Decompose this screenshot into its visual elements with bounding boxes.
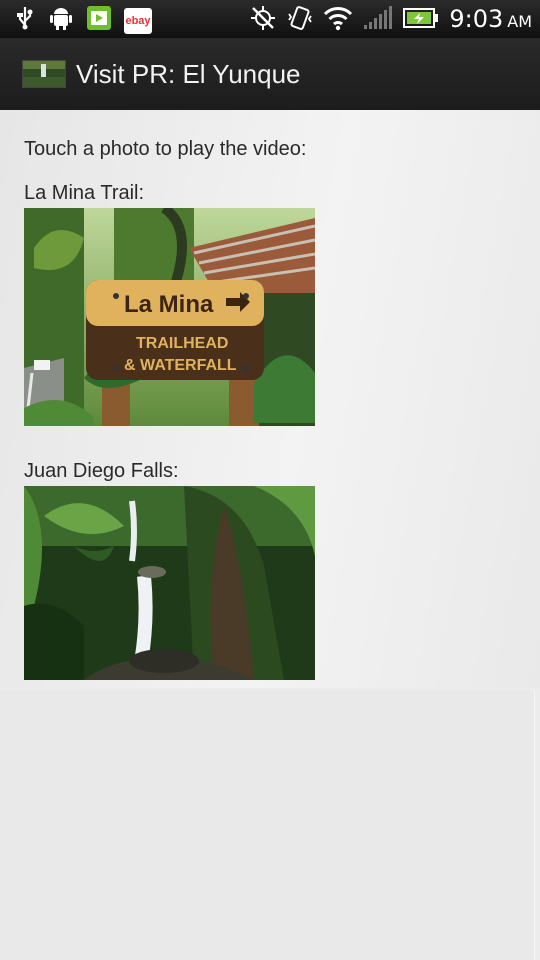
content-area: Touch a photo to play the video: La Mina… (0, 110, 540, 688)
page-title: Visit PR: El Yunque (76, 58, 301, 89)
video-label-la-mina: La Mina Trail: (24, 182, 145, 204)
sign-text-trailhead: TRAILHEAD (136, 335, 228, 352)
clock: 9:03 AM (449, 5, 532, 33)
wifi-icon (323, 5, 353, 36)
vibrate-icon (287, 4, 313, 37)
android-icon (48, 5, 74, 36)
ebay-icon: ebay (124, 7, 152, 34)
gps-off-icon (249, 4, 277, 37)
sign-text-la-mina: La Mina (124, 291, 214, 318)
app-icon[interactable] (22, 60, 66, 88)
usb-icon (14, 5, 36, 36)
signal-icon (363, 5, 393, 36)
empty-area (0, 691, 535, 960)
action-bar: Visit PR: El Yunque (0, 38, 540, 110)
instruction-text: Touch a photo to play the video: (24, 138, 307, 160)
sign-text-waterfall: & WATERFALL (124, 357, 237, 374)
media-icon (86, 5, 112, 36)
status-bar: ebay 9:03 AM (0, 0, 540, 38)
battery-charging-icon (403, 7, 439, 34)
video-thumbnail-la-mina[interactable]: La Mina TRAILHEAD & WATERFALL (24, 203, 316, 427)
video-thumbnail-juan-diego[interactable] (24, 486, 315, 680)
video-label-juan-diego: Juan Diego Falls: (24, 460, 179, 482)
